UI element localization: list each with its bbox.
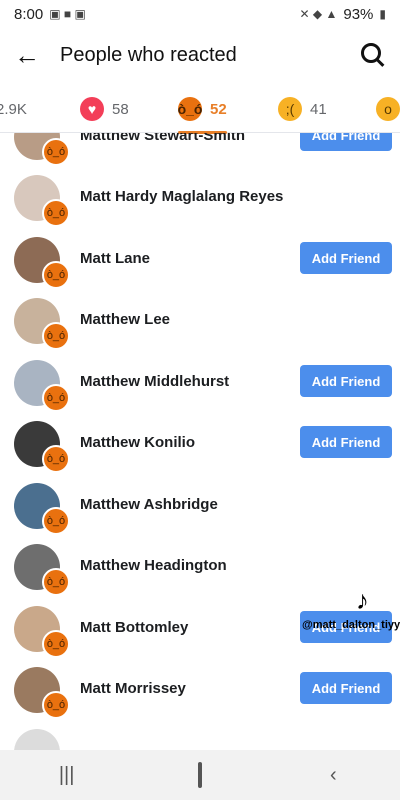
- list-item[interactable]: ò_ó Matthew Stewart-Smith Add Friend: [0, 133, 400, 167]
- angry-badge-icon: ò_ó: [42, 199, 70, 227]
- watermark-handle: @matt_dalton_tiyy: [302, 619, 400, 631]
- tiktok-watermark: ♪ @matt_dalton_tiyy: [300, 585, 400, 645]
- list-item[interactable]: ò_ó Matt Lane Add Friend: [0, 229, 400, 290]
- person-name[interactable]: Matthew Headington: [80, 557, 227, 574]
- person-name[interactable]: Matt Morrissey: [80, 680, 186, 697]
- people-list: ò_ó Matthew Stewart-Smith Add Friend ò_ó…: [0, 133, 400, 750]
- add-friend-button[interactable]: Add Friend: [300, 133, 392, 151]
- avatar[interactable]: [14, 729, 60, 750]
- tiktok-logo-icon: ♪: [356, 585, 369, 615]
- notification-icons: ▣ ■ ▣: [49, 7, 86, 21]
- header: ← People who reacted: [0, 28, 400, 82]
- angry-badge-icon: ò_ó: [42, 568, 70, 596]
- list-item-partial[interactable]: [0, 721, 400, 750]
- status-time: 8:00: [14, 5, 44, 23]
- person-name[interactable]: Matthew Middlehurst: [80, 373, 229, 390]
- person-name[interactable]: Matthew Stewart-Smith: [80, 133, 245, 144]
- tab-wow[interactable]: o: [376, 94, 400, 124]
- tab-sad[interactable]: ;( 41: [278, 94, 327, 124]
- angry-icon: ò_ó: [178, 97, 202, 121]
- back-arrow-icon[interactable]: ←: [14, 40, 44, 71]
- home-icon[interactable]: [170, 761, 230, 788]
- person-name[interactable]: Matthew Konilio: [80, 434, 195, 451]
- tab-love-count: 58: [112, 100, 129, 118]
- wow-icon: o: [376, 97, 400, 121]
- list-item[interactable]: ò_ó Matt Hardy Maglalang Reyes: [0, 167, 400, 228]
- add-friend-button[interactable]: Add Friend: [300, 242, 392, 274]
- recent-apps-icon[interactable]: |||: [37, 764, 97, 787]
- angry-badge-icon: ò_ó: [42, 445, 70, 473]
- list-item[interactable]: ò_ó Matthew Lee: [0, 290, 400, 351]
- android-nav-bar: ||| ‹: [0, 750, 400, 800]
- angry-badge-icon: ò_ó: [42, 138, 70, 166]
- angry-badge-icon: ò_ó: [42, 261, 70, 289]
- back-chevron-icon[interactable]: ‹: [303, 764, 363, 787]
- tab-all[interactable]: 2.9K: [0, 94, 27, 124]
- battery-icon: ▮: [379, 7, 386, 21]
- tab-all-count: 2.9K: [0, 100, 27, 118]
- tab-love[interactable]: ♥ 58: [80, 94, 129, 124]
- tab-sad-count: 41: [310, 100, 327, 118]
- page-title: People who reacted: [60, 43, 237, 66]
- tab-angry-count: 52: [210, 100, 227, 118]
- add-friend-button[interactable]: Add Friend: [300, 672, 392, 704]
- reaction-tabs: 2.9K ♥ 58 ò_ó 52 ;( 41 o: [0, 84, 400, 134]
- add-friend-button[interactable]: Add Friend: [300, 426, 392, 458]
- sad-icon: ;(: [278, 97, 302, 121]
- angry-badge-icon: ò_ó: [42, 507, 70, 535]
- angry-badge-icon: ò_ó: [42, 384, 70, 412]
- list-item[interactable]: ò_ó Matthew Ashbridge: [0, 475, 400, 536]
- person-name[interactable]: Matthew Ashbridge: [80, 496, 218, 513]
- battery-percent: 93%: [343, 5, 374, 23]
- angry-badge-icon: ò_ó: [42, 691, 70, 719]
- status-bar: 8:00 ▣ ■ ▣ ✕ ◆ ▲ 93% ▮: [0, 0, 400, 28]
- angry-badge-icon: ò_ó: [42, 630, 70, 658]
- list-item[interactable]: ò_ó Matt Morrissey Add Friend: [0, 659, 400, 720]
- person-name[interactable]: Matthew Lee: [80, 311, 170, 328]
- tab-angry[interactable]: ò_ó 52: [178, 94, 227, 134]
- list-item[interactable]: ò_ó Matthew Middlehurst Add Friend: [0, 352, 400, 413]
- person-name[interactable]: Matt Bottomley: [80, 619, 188, 636]
- person-name[interactable]: Matt Lane: [80, 250, 150, 267]
- search-icon[interactable]: [360, 42, 386, 68]
- signal-icons: ✕ ◆ ▲: [299, 7, 338, 21]
- angry-badge-icon: ò_ó: [42, 322, 70, 350]
- list-item[interactable]: ò_ó Matthew Konilio Add Friend: [0, 413, 400, 474]
- love-icon: ♥: [80, 97, 104, 121]
- person-name[interactable]: Matt Hardy Maglalang Reyes: [80, 188, 283, 205]
- add-friend-button[interactable]: Add Friend: [300, 365, 392, 397]
